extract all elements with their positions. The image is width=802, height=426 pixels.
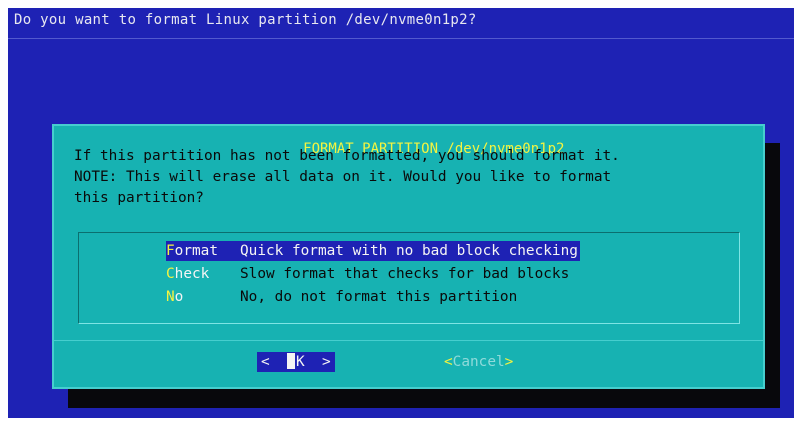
menu-item-description: Quick format with no bad block checking — [238, 241, 580, 261]
message-line: NOTE: This will erase all data on it. Wo… — [74, 169, 612, 185]
menu-item-hotkey: F — [166, 243, 175, 259]
ok-button-label: K — [296, 354, 305, 370]
message-line: this partition? — [74, 190, 204, 206]
text-cursor — [287, 353, 295, 369]
menu-item-hotkey: N — [166, 289, 175, 305]
menu-item-tag-rest: ormat — [174, 243, 218, 259]
menu-item-hotkey: C — [166, 266, 175, 282]
ok-bracket-right: > — [322, 354, 331, 370]
menu-item-tag: Format — [166, 241, 238, 261]
cancel-button[interactable]: <Cancel> — [444, 352, 513, 372]
menu-list: Format Quick format with no bad block che… — [78, 232, 740, 324]
cancel-bracket-left: < — [444, 354, 453, 370]
ok-button[interactable]: < K > — [257, 352, 335, 372]
message-line: If this partition has not been formatted… — [74, 148, 620, 164]
menu-item-format[interactable]: Format Quick format with no bad block che… — [166, 241, 580, 261]
backtitle-divider — [8, 38, 794, 39]
backtitle: Do you want to format Linux partition /d… — [14, 12, 477, 28]
menu-item-check[interactable]: Check Slow format that checks for bad blo… — [166, 264, 571, 284]
menu-item-description: No, do not format this partition — [240, 289, 518, 305]
menu-item-no[interactable]: No No, do not format this partition — [166, 287, 519, 307]
button-divider — [54, 340, 763, 341]
menu-item-description: Slow format that checks for bad blocks — [240, 266, 570, 282]
dialog-message: If this partition has not been formatted… — [74, 146, 620, 209]
menu-item-tag-rest: heck — [174, 266, 210, 282]
menu-item-tag-rest: o — [174, 289, 184, 305]
menu-item-tag: No — [166, 287, 238, 307]
ok-bracket-left: < — [261, 354, 270, 370]
cancel-bracket-right: > — [504, 354, 514, 370]
format-partition-dialog: FORMAT PARTITION /dev/nvme0n1p2 If this … — [52, 124, 765, 389]
cancel-button-label: Cancel — [452, 354, 505, 370]
terminal-screen: Do you want to format Linux partition /d… — [8, 8, 794, 418]
menu-item-tag: Check — [166, 264, 238, 284]
